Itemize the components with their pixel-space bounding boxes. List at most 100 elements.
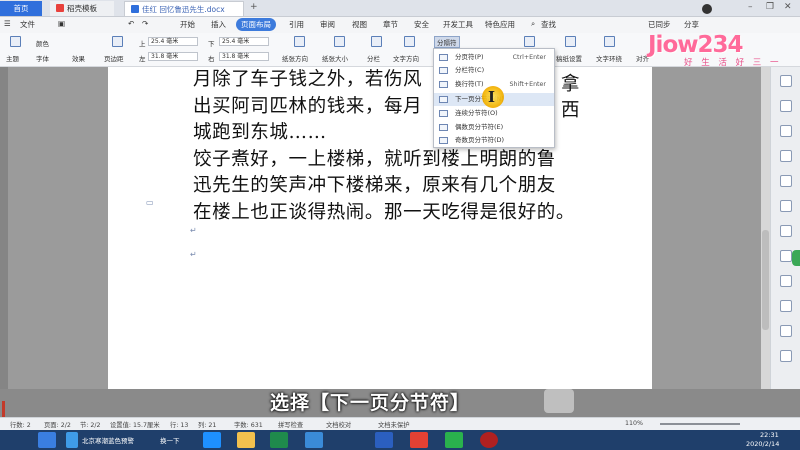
theme-icon[interactable] [10, 36, 21, 47]
right-margin-input[interactable]: 31.8 毫米 [219, 52, 269, 61]
margin-button[interactable]: 页边距 [104, 53, 124, 63]
panel-tool-icon[interactable] [780, 150, 792, 162]
minimize-icon[interactable]: – [748, 2, 753, 12]
avatar[interactable] [702, 4, 712, 14]
menu-special-apps[interactable]: 特色应用 [485, 19, 515, 30]
hand-pointer-icon [544, 389, 574, 413]
paper-size-icon[interactable] [334, 36, 345, 47]
windows-start-icon[interactable] [38, 432, 56, 448]
restore-icon[interactable]: ❐ [766, 2, 774, 12]
panel-tool-icon[interactable] [780, 325, 792, 337]
excel-icon[interactable] [270, 432, 288, 448]
panel-tool-icon[interactable] [780, 200, 792, 212]
menu-chapter[interactable]: 章节 [383, 19, 398, 30]
redo-icon[interactable]: ↷ [142, 19, 148, 28]
menu-view[interactable]: 视图 [352, 19, 367, 30]
menu-item-column-break[interactable]: 分栏符(C) [434, 64, 554, 77]
section-break-icon [439, 110, 448, 117]
panel-tool-icon[interactable] [780, 175, 792, 187]
menu-developer[interactable]: 开发工具 [443, 19, 473, 30]
side-collapse-tab[interactable] [792, 250, 800, 266]
panel-tool-icon[interactable] [780, 125, 792, 137]
search-icon[interactable]: ⌕ [531, 19, 535, 29]
columns-icon[interactable] [371, 36, 382, 47]
grid-settings-icon[interactable] [565, 36, 576, 47]
menu-review[interactable]: 审阅 [320, 19, 335, 30]
zoom-slider[interactable] [660, 423, 740, 425]
sync-status[interactable]: 已同步 [648, 19, 671, 30]
menu-item-even-page-section-break[interactable]: 偶数页分节符(E) [434, 121, 554, 134]
panel-tool-icon[interactable] [780, 225, 792, 237]
panel-tool-icon[interactable] [780, 350, 792, 362]
menu-item-odd-page-section-break[interactable]: 奇数页分节符(D) [434, 134, 554, 147]
effect-button[interactable]: 效果 [72, 53, 85, 63]
columns-button[interactable]: 分栏 [367, 53, 380, 63]
shortcut-text: Shift+Enter [509, 81, 547, 88]
status-doc-check[interactable]: 文档校对 [326, 420, 351, 429]
font-button[interactable]: 字体 [36, 53, 49, 63]
record-icon[interactable] [480, 432, 498, 448]
zoom-level[interactable]: 110% [625, 420, 643, 427]
cloud-icon[interactable] [305, 432, 323, 448]
ie-icon[interactable] [66, 432, 78, 448]
paper-size-button[interactable]: 纸张大小 [322, 53, 348, 63]
text-wrap-icon[interactable] [604, 36, 615, 47]
menu-item-continuous-section-break[interactable]: 连续分节符(O) [434, 107, 554, 120]
text-direction-button[interactable]: 文字方向 [393, 53, 419, 63]
menu-references[interactable]: 引用 [289, 19, 304, 30]
top-margin-input[interactable]: 25.4 毫米 [148, 37, 198, 46]
menu-insert[interactable]: 插入 [211, 19, 226, 30]
page-border-icon[interactable] [524, 36, 535, 47]
panel-tool-icon[interactable] [780, 275, 792, 287]
text-direction-icon[interactable] [404, 36, 415, 47]
grid-settings-button[interactable]: 稿纸设置 [556, 53, 582, 63]
tab-template[interactable]: 稻壳模板 [50, 1, 114, 16]
video-subtitle: 选择【下一页分节符】 [270, 392, 471, 414]
panel-tool-icon[interactable] [780, 250, 792, 262]
new-tab-icon[interactable]: + [250, 2, 258, 12]
color-button[interactable]: 颜色 [36, 38, 49, 48]
tab-home[interactable]: 首页 [0, 1, 42, 16]
bottom-margin-input[interactable]: 25.4 毫米 [219, 37, 269, 46]
share-button[interactable]: 分享 [684, 19, 699, 30]
hamburger-icon[interactable]: ☰ [4, 19, 11, 28]
clock-time[interactable]: 22:31 [760, 431, 779, 439]
status-page[interactable]: 页面: 2/2 [44, 420, 71, 429]
left-margin-input[interactable]: 31.8 毫米 [148, 52, 198, 61]
menu-page-layout[interactable]: 页面布局 [236, 18, 276, 31]
status-spell-check[interactable]: 拼写检查 [278, 420, 303, 429]
close-icon[interactable]: ✕ [784, 2, 792, 12]
scrollbar-thumb[interactable] [762, 230, 769, 330]
taskbar-next-button[interactable]: 换一下 [160, 435, 180, 445]
orientation-icon[interactable] [294, 36, 305, 47]
panel-tool-icon[interactable] [780, 100, 792, 112]
menu-search[interactable]: 查找 [541, 19, 556, 30]
wechat-icon[interactable] [445, 432, 463, 448]
clock-date[interactable]: 2020/2/14 [746, 440, 779, 448]
theme-button[interactable]: 主题 [6, 53, 19, 63]
menu-start[interactable]: 开始 [180, 19, 195, 30]
chrome-icon[interactable] [410, 432, 428, 448]
folder-icon[interactable] [237, 432, 255, 448]
menu-item-page-break[interactable]: 分页符(P) Ctrl+Enter [434, 51, 554, 64]
breaks-button[interactable]: 分隔符 [434, 36, 460, 48]
paragraph-mark-icon: ↵ [190, 226, 197, 235]
status-word-count[interactable]: 字数: 631 [234, 420, 263, 429]
panel-tool-icon[interactable] [780, 300, 792, 312]
text-wrap-button[interactable]: 文字环绕 [596, 53, 622, 63]
status-protection[interactable]: 文档未保护 [378, 420, 409, 429]
panel-tool-icon[interactable] [780, 75, 792, 87]
menu-file[interactable]: 文件 [20, 19, 35, 30]
tab-document[interactable]: 佳红 回忆鲁迅先生.docx [124, 1, 244, 16]
taskbar-ie-title[interactable]: 北京寒潮蓝色预警 [82, 435, 134, 445]
margin-icon[interactable] [112, 36, 123, 47]
text-line: 饺子煮好，一上楼梯，就听到楼上明朗的鲁 [193, 148, 556, 170]
browser-icon[interactable] [203, 432, 221, 448]
vertical-scrollbar[interactable] [761, 67, 770, 389]
menu-security[interactable]: 安全 [414, 19, 429, 30]
undo-icon[interactable]: ↶ [128, 19, 134, 28]
orientation-button[interactable]: 纸张方向 [282, 53, 308, 63]
save-icon[interactable]: ▣ [58, 19, 65, 28]
left-rail [0, 67, 8, 389]
wps-icon[interactable] [375, 432, 393, 448]
